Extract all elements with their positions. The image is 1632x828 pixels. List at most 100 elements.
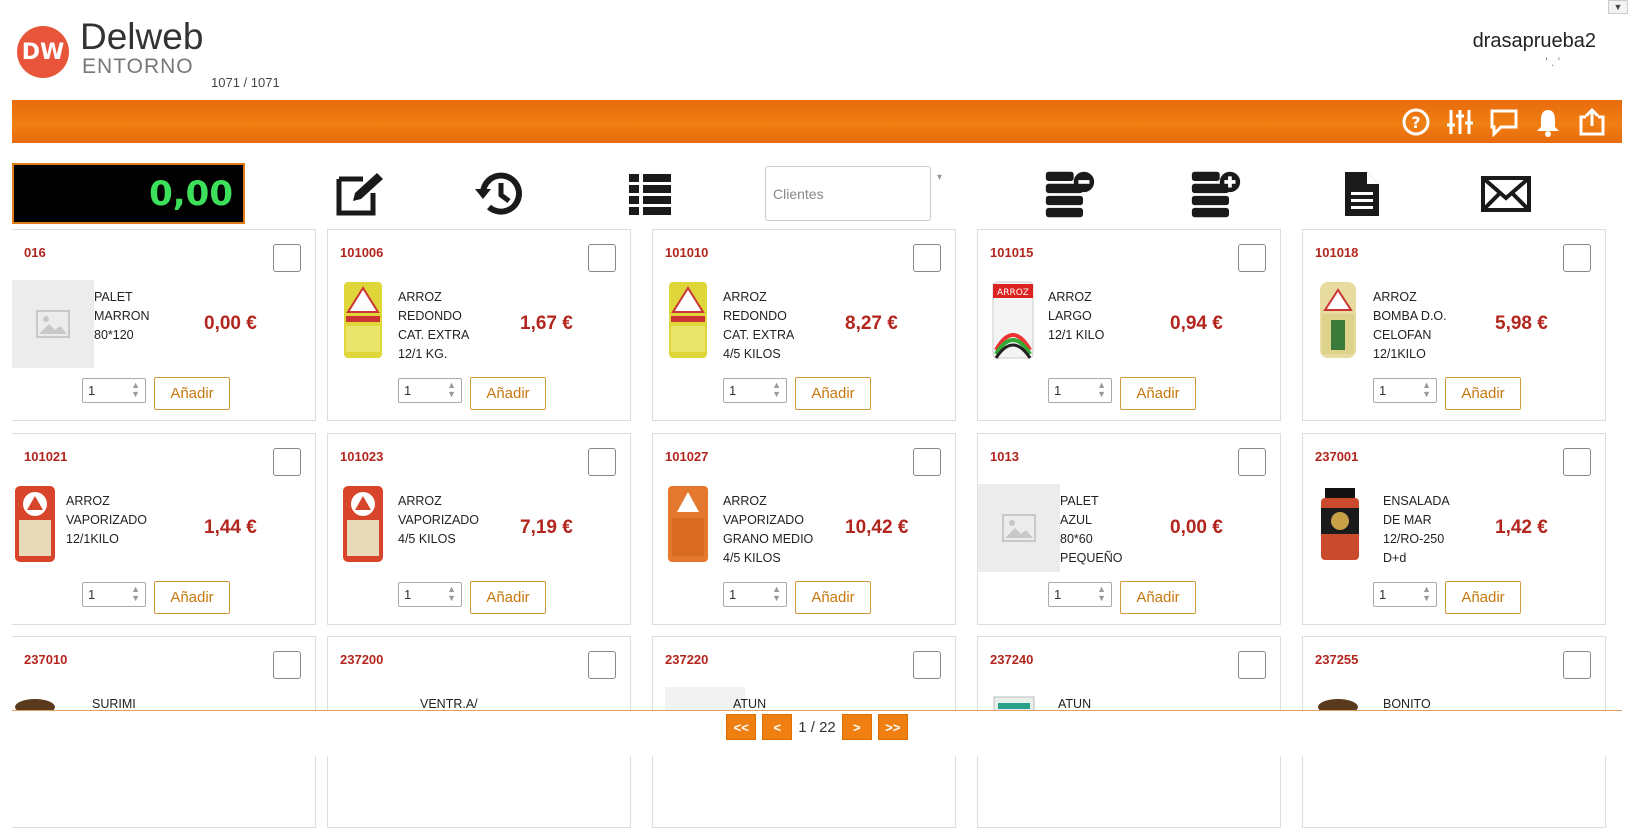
product-code: 237001 [1315, 449, 1359, 464]
first-page-button[interactable]: << [726, 714, 757, 740]
list-icon[interactable] [624, 168, 676, 220]
product-image [12, 280, 94, 368]
add-button[interactable]: Añadir [795, 581, 871, 614]
product-description: ARROZ LARGO 12/1 KILO [1048, 290, 1105, 342]
add-button[interactable]: Añadir [1445, 581, 1521, 614]
select-checkbox[interactable] [1238, 244, 1266, 272]
quantity-stepper[interactable]: 1 ▲ ▼ [723, 378, 787, 403]
username[interactable]: drasaprueba2 [1473, 30, 1596, 53]
product-description: ARROZ REDONDO CAT. EXTRA 12/1 KG. [398, 290, 470, 361]
product-card: 016 PALET MARRON 80*120 0,00 € 1 ▲ ▼ Añadir [12, 229, 316, 421]
spinner-icon[interactable]: ▲ ▼ [131, 381, 140, 399]
user-subtext: ' . ' [1545, 55, 1560, 69]
quantity-value: 1 [729, 383, 737, 398]
select-checkbox[interactable] [273, 448, 301, 476]
add-button[interactable]: Añadir [470, 581, 546, 614]
mail-icon[interactable] [1480, 168, 1532, 220]
product-card: 1013 PALET AZUL 80*60 PEQUEÑO 0,00 € 1 ▲ ▼ Aña… [977, 433, 1281, 625]
quantity-stepper[interactable]: 1 ▲ ▼ [1373, 378, 1437, 403]
scroll-arrow-icon[interactable]: ▼ [1608, 0, 1628, 14]
add-button[interactable]: Añadir [795, 377, 871, 410]
history-icon[interactable] [473, 168, 525, 220]
spinner-icon[interactable]: ▲ ▼ [1422, 585, 1431, 603]
select-checkbox[interactable] [913, 651, 941, 679]
quantity-stepper[interactable]: 1 ▲ ▼ [723, 582, 787, 607]
quantity-value: 1 [88, 383, 96, 398]
add-button[interactable]: Añadir [154, 377, 230, 410]
select-checkbox[interactable] [588, 244, 616, 272]
product-image [1315, 280, 1367, 368]
spinner-icon[interactable]: ▲ ▼ [772, 381, 781, 399]
product-price: 7,19 € [520, 517, 573, 538]
select-checkbox[interactable] [588, 651, 616, 679]
product-description: ARROZ BOMBA D.O. CELOFAN 12/1KILO [1373, 290, 1447, 361]
bell-icon[interactable] [1532, 106, 1564, 138]
top-action-bar: ? [12, 100, 1622, 143]
product-description: ARROZ VAPORIZADO GRANO MEDIO 4/5 KILOS [723, 494, 814, 565]
page-indicator: 1 / 22 [798, 718, 836, 736]
quantity-stepper[interactable]: 1 ▲ ▼ [82, 378, 146, 403]
next-page-button[interactable]: > [841, 714, 872, 740]
add-button[interactable]: Añadir [1120, 377, 1196, 410]
quantity-value: 1 [1054, 587, 1062, 602]
spinner-icon[interactable]: ▲ ▼ [1097, 585, 1106, 603]
product-code: 101006 [340, 245, 384, 260]
product-image [1315, 484, 1367, 572]
prev-page-button[interactable]: < [762, 714, 793, 740]
add-button[interactable]: Añadir [154, 581, 230, 614]
sliders-icon[interactable] [1444, 106, 1476, 138]
product-code: 237220 [665, 652, 709, 667]
svg-text:ARROZ: ARROZ [997, 288, 1029, 298]
product-code: 016 [24, 245, 46, 260]
product-image [665, 280, 717, 368]
product-price: 8,27 € [845, 313, 898, 334]
quantity-value: 1 [1054, 383, 1062, 398]
spinner-icon[interactable]: ▲ ▼ [447, 381, 456, 399]
quantity-stepper[interactable]: 1 ▲ ▼ [1048, 378, 1112, 403]
quantity-value: 1 [404, 383, 412, 398]
quantity-stepper[interactable]: 1 ▲ ▼ [398, 378, 462, 403]
help-icon[interactable]: ? [1400, 106, 1432, 138]
product-code: 101018 [1315, 245, 1359, 260]
export-icon[interactable] [1576, 106, 1608, 138]
select-checkbox[interactable] [273, 651, 301, 679]
spinner-icon[interactable]: ▲ ▼ [447, 585, 456, 603]
select-checkbox[interactable] [913, 244, 941, 272]
select-checkbox[interactable] [1238, 651, 1266, 679]
last-page-button[interactable]: >> [877, 714, 908, 740]
product-description: ARROZ REDONDO CAT. EXTRA 4/5 KILOS [723, 290, 795, 361]
product-code: 237255 [1315, 652, 1359, 667]
document-icon[interactable] [1336, 168, 1388, 220]
server-add-icon[interactable] [1190, 168, 1242, 220]
add-button[interactable]: Añadir [1120, 581, 1196, 614]
select-checkbox[interactable] [913, 448, 941, 476]
product-image [12, 484, 64, 572]
spinner-icon[interactable]: ▲ ▼ [131, 585, 140, 603]
edit-icon[interactable] [334, 168, 386, 220]
chevron-down-icon[interactable]: ▾ [937, 172, 942, 183]
product-card: 101021 ARROZ VAPORIZADO 12/1KILO 1,44 € 1 ▲ ▼… [12, 433, 316, 625]
add-button[interactable]: Añadir [470, 377, 546, 410]
quantity-stepper[interactable]: 1 ▲ ▼ [1373, 582, 1437, 607]
quantity-stepper[interactable]: 1 ▲ ▼ [82, 582, 146, 607]
quantity-value: 1 [1379, 587, 1387, 602]
add-button[interactable]: Añadir [1445, 377, 1521, 410]
select-checkbox[interactable] [1563, 448, 1591, 476]
select-checkbox[interactable] [588, 448, 616, 476]
quantity-stepper[interactable]: 1 ▲ ▼ [398, 582, 462, 607]
chat-icon[interactable] [1488, 106, 1520, 138]
spinner-icon[interactable]: ▲ ▼ [1097, 381, 1106, 399]
select-checkbox[interactable] [1238, 448, 1266, 476]
logo: DW [17, 26, 69, 78]
product-price: 1,42 € [1495, 517, 1548, 538]
select-checkbox[interactable] [1563, 244, 1591, 272]
clientes-select[interactable]: Clientes [765, 166, 931, 221]
select-checkbox[interactable] [1563, 651, 1591, 679]
select-checkbox[interactable] [273, 244, 301, 272]
spinner-icon[interactable]: ▲ ▼ [772, 585, 781, 603]
svg-text:?: ? [1411, 113, 1420, 132]
product-description: PALET AZUL 80*60 PEQUEÑO [1060, 494, 1123, 565]
server-remove-icon[interactable] [1044, 168, 1096, 220]
quantity-stepper[interactable]: 1 ▲ ▼ [1048, 582, 1112, 607]
spinner-icon[interactable]: ▲ ▼ [1422, 381, 1431, 399]
